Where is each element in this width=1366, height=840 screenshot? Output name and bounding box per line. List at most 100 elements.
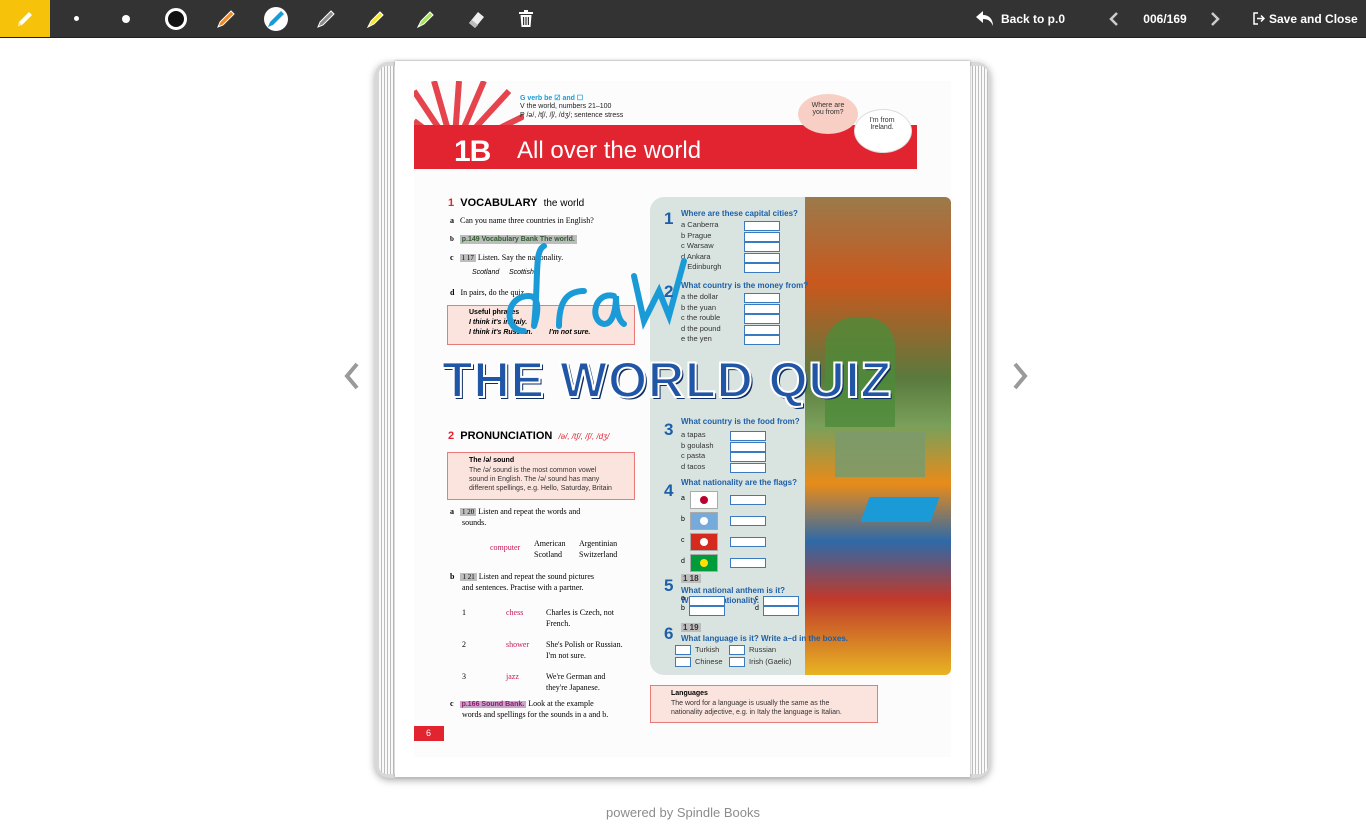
quiz-answer-field[interactable] bbox=[744, 242, 780, 253]
quiz-answer-box[interactable] bbox=[675, 645, 691, 655]
marker-yellow-button[interactable] bbox=[351, 0, 401, 37]
brush-size-large-button[interactable] bbox=[151, 0, 201, 37]
sentence-line-2: they're Japanese. bbox=[546, 683, 600, 692]
quiz-q6: What language is it? Write a–d in the bo… bbox=[681, 634, 848, 643]
quiz-q4-label: c bbox=[681, 537, 685, 544]
quiz-answer-field[interactable] bbox=[744, 221, 780, 231]
quiz-q5-label: b bbox=[681, 605, 685, 612]
quiz-number-5: 5 bbox=[664, 576, 674, 595]
back-label: Back to p.0 bbox=[1001, 11, 1066, 26]
chevron-left-icon bbox=[1109, 11, 1118, 26]
next-page-arrow[interactable] bbox=[1008, 360, 1032, 392]
quiz-answer-field[interactable] bbox=[689, 596, 725, 606]
quiz-answer-field[interactable] bbox=[730, 452, 766, 463]
quiz-answer-field[interactable] bbox=[730, 516, 766, 526]
vocab-line: V the world, numbers 21–100 bbox=[520, 103, 612, 110]
quiz-answer-field[interactable] bbox=[744, 293, 780, 303]
quiz-answer-field[interactable] bbox=[744, 314, 780, 325]
pencil-blue-button[interactable] bbox=[251, 0, 301, 37]
sentence-line-2: I'm not sure. bbox=[546, 651, 586, 660]
quiz-q5-label: c bbox=[755, 595, 759, 602]
pron-c[interactable]: c p.166 Sound Bank. Look at the example bbox=[450, 699, 594, 708]
words-column-1: American Scotland bbox=[534, 539, 566, 559]
quiz-number-6: 6 bbox=[664, 624, 674, 643]
pron-line: P /ə/, /tʃ/, /ʃ/, /dʒ/; sentence stress bbox=[520, 112, 624, 119]
grammar-line: G verb be ☑ and ☐ bbox=[520, 95, 584, 102]
powered-by-footer: powered by Spindle Books bbox=[606, 805, 760, 820]
quiz-answer-field[interactable] bbox=[730, 441, 766, 452]
quiz-answer-field[interactable] bbox=[744, 263, 780, 274]
eraser-icon bbox=[469, 11, 484, 28]
marker-green-button[interactable] bbox=[401, 0, 451, 37]
quiz-answer-field[interactable] bbox=[730, 558, 766, 568]
sound-word: chess bbox=[506, 608, 524, 617]
quiz-answer-box[interactable] bbox=[729, 657, 745, 667]
flag-emblem bbox=[700, 496, 708, 504]
highlighter-tool-button[interactable] bbox=[0, 0, 50, 37]
languages-line1: The word for a language is usually the s… bbox=[671, 700, 830, 707]
quiz-answer-field[interactable] bbox=[763, 606, 799, 616]
world-collage-image bbox=[805, 197, 951, 675]
quiz-q1_items-label: a Canberra bbox=[681, 220, 719, 229]
quiz-q4-label: a bbox=[681, 495, 685, 502]
save-and-close-label: Save and Close bbox=[1269, 11, 1358, 26]
world-quiz-title: THE WORLD QUIZ bbox=[441, 351, 893, 409]
pron-b: b 1 21 Listen and repeat the sound pictu… bbox=[450, 572, 594, 581]
brush-size-small-button[interactable] bbox=[51, 0, 101, 37]
next-page-button[interactable] bbox=[1207, 0, 1223, 37]
quiz-q5-label: a bbox=[681, 595, 685, 602]
quiz-answer-field[interactable] bbox=[730, 537, 766, 547]
vocab-a: a Can you name three countries in Englis… bbox=[450, 216, 594, 225]
quiz-q6-audio: 1 19 bbox=[681, 623, 701, 632]
quiz-q3_items-label: c pasta bbox=[681, 451, 706, 461]
quiz-answer-field[interactable] bbox=[763, 596, 799, 606]
pencil-orange-button[interactable] bbox=[201, 0, 251, 37]
quiz-q1: Where are these capital cities? bbox=[681, 209, 798, 218]
dot-medium-icon bbox=[122, 14, 130, 23]
quiz-number-1: 1 bbox=[664, 209, 674, 228]
brush-size-medium-button[interactable] bbox=[101, 0, 151, 37]
quiz-q5: 1 18 bbox=[681, 574, 701, 583]
previous-page-arrow[interactable] bbox=[340, 360, 364, 392]
quiz-answer-box[interactable] bbox=[729, 645, 745, 655]
quiz-number-4: 4 bbox=[664, 481, 674, 500]
quiz-answer-field[interactable] bbox=[744, 303, 780, 314]
exit-icon bbox=[1253, 12, 1265, 25]
previous-page-button[interactable] bbox=[1106, 0, 1122, 37]
quiz-q5-label: d bbox=[755, 605, 759, 612]
quiz-answer-field[interactable] bbox=[744, 231, 780, 242]
sentence-line-2: French. bbox=[546, 619, 571, 628]
quiz-answer-box[interactable] bbox=[675, 657, 691, 667]
quiz-answer-field[interactable] bbox=[689, 606, 725, 616]
quiz-answer-field[interactable] bbox=[730, 431, 766, 441]
gray-pencil-icon bbox=[317, 9, 335, 28]
quiz-answer-field[interactable] bbox=[744, 335, 780, 346]
quiz-q4: What nationality are the flags? bbox=[681, 478, 798, 487]
quiz-q3_items-label: b goulash bbox=[681, 440, 714, 450]
orange-pencil-icon bbox=[217, 9, 235, 28]
back-to-page-button[interactable]: Back to p.0 bbox=[975, 0, 1065, 37]
save-and-close-button[interactable]: Save and Close bbox=[1253, 0, 1358, 37]
pencil-icon bbox=[18, 11, 32, 26]
quiz-q2: What country is the money from? bbox=[681, 281, 809, 290]
flag-image bbox=[690, 491, 718, 509]
quiz-q4-label: d bbox=[681, 558, 685, 565]
quiz-answer-field[interactable] bbox=[730, 462, 766, 473]
chevron-left-icon bbox=[344, 362, 359, 390]
pencil-gray-button[interactable] bbox=[301, 0, 351, 37]
trash-button[interactable] bbox=[501, 0, 551, 37]
quiz-answer-field[interactable] bbox=[744, 252, 780, 263]
row-number: 3 bbox=[462, 672, 466, 681]
speech-bubble-1-text: Where are you from? bbox=[811, 102, 845, 116]
dot-small-icon bbox=[73, 16, 79, 21]
chevron-right-icon bbox=[1013, 362, 1028, 390]
quiz-answer-field[interactable] bbox=[730, 495, 766, 505]
dot-large-icon bbox=[165, 7, 187, 30]
eraser-button[interactable] bbox=[451, 0, 501, 37]
schwa-tip-line1: The /ə/ sound is the most common vowel bbox=[469, 467, 597, 474]
quiz-answer-field[interactable] bbox=[744, 324, 780, 335]
pron-c-line2: words and spellings for the sounds in a … bbox=[462, 710, 609, 719]
quiz-q3_items-label: a tapas bbox=[681, 430, 706, 439]
schwa-tip-line3: different spellings, e.g. Hello, Saturda… bbox=[469, 485, 612, 492]
pron-heading: 2 PRONUNCIATION /ə/, /tʃ/, /ʃ/, /dʒ/ bbox=[448, 430, 610, 442]
